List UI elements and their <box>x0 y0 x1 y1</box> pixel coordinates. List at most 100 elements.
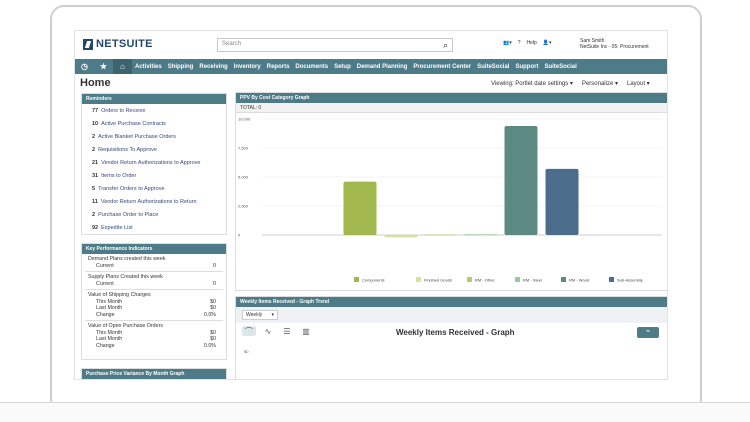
reminder-count: 2 <box>92 211 96 218</box>
kpi-divider <box>85 271 223 272</box>
reminder-label: Purchase Order to Place <box>98 211 159 218</box>
legend-swatch <box>467 277 472 282</box>
nav-suitesocial-2[interactable]: SuiteSocial <box>541 64 579 70</box>
horizontal-bar-icon[interactable]: ☰ <box>280 326 294 336</box>
reminder-label: Vendor Return Authorizations to Return <box>100 198 197 205</box>
bar-chart-icon[interactable]: ▥ <box>299 326 313 336</box>
viewing-dropdown[interactable]: Viewing: Portlet date settings ▾ <box>491 80 573 87</box>
legend-label: RM - Steel <box>523 278 542 283</box>
nav-documents[interactable]: Documents <box>292 64 331 70</box>
top-bar: NETSUITE Search ⌕ 👥▾ ? Help 👤▾ Sam Smith… <box>75 31 667 59</box>
ppv-graph-portlet: PPV By Cost Category Graph TOTAL: 0 10,0… <box>235 92 667 291</box>
kpi-title: Key Performance Indicators <box>82 244 226 254</box>
help-link[interactable]: Help <box>527 40 537 46</box>
trend-chart-icon[interactable]: ⌁ <box>637 327 659 338</box>
star-icon[interactable]: ★ <box>94 59 113 74</box>
reminders-title: Reminders <box>82 94 226 104</box>
bar-rm-steel[interactable] <box>464 234 498 236</box>
reminder-item[interactable]: 10 Active Purchase Contracts <box>82 117 226 130</box>
reminder-count: 2 <box>92 146 96 153</box>
kpi-row: Current 0 <box>82 281 226 288</box>
weekly-graph-title: Weekly Items Received - Graph <box>396 328 515 337</box>
search-icon[interactable]: ⌕ <box>443 40 448 51</box>
reminder-label: Active Purchase Contracts <box>101 120 166 127</box>
ppv-graph-title: PPV By Cost Category Graph <box>236 93 667 103</box>
bar-sub-assembly[interactable] <box>545 168 579 235</box>
personalize-dropdown[interactable]: Personalize ▾ <box>582 80 618 87</box>
legend-swatch <box>416 277 421 282</box>
legend-swatch <box>561 277 566 282</box>
avatar-icon[interactable]: 👤▾ <box>543 40 552 46</box>
kpi-divider <box>85 320 223 321</box>
bar-rm-other[interactable] <box>423 234 457 236</box>
app-screen: NETSUITE Search ⌕ 👥▾ ? Help 👤▾ Sam Smith… <box>74 30 668 380</box>
period-select[interactable]: Weekly ▾ <box>242 310 278 320</box>
search-placeholder: Search <box>222 41 242 47</box>
nav-setup[interactable]: Setup <box>331 64 354 70</box>
kpi-portlet: Key Performance Indicators Demand Plans … <box>81 243 227 360</box>
area-chart-icon[interactable]: ⌒ <box>242 326 256 336</box>
reminder-label: Transfer Orders to Approve <box>98 185 165 192</box>
nav-suitesocial[interactable]: SuiteSocial <box>474 64 512 70</box>
reminder-item[interactable]: 2 Requisitions To Approve <box>82 143 226 156</box>
kpi-value: 0.0% <box>203 311 216 318</box>
reminder-count: 11 <box>92 198 98 205</box>
reminder-item[interactable]: 11 Vendor Return Authorizations to Return <box>82 195 226 208</box>
legend-label: Components <box>362 278 385 283</box>
bar-rm-wood[interactable] <box>504 125 538 235</box>
reminder-count: 21 <box>92 159 99 166</box>
kpi-value: 0.0% <box>203 342 216 349</box>
ppv-month-portlet: Purchase Price Variance By Month Graph <box>81 368 227 379</box>
nav-receiving[interactable]: Receiving <box>196 64 230 70</box>
reminder-label: Requisitions To Approve <box>98 146 157 153</box>
nav-shipping[interactable]: Shipping <box>165 64 197 70</box>
kpi-label: Change <box>96 311 115 318</box>
user-menu[interactable]: Sam Smith NetSuite Inc - 05: Procurement <box>580 38 649 50</box>
weekly-toolbar: Weekly ▾ <box>236 307 667 323</box>
legend-swatch <box>354 277 359 282</box>
nav-activities[interactable]: Activities <box>132 64 165 70</box>
ppv-chart: 10,000 7,500 5,000 2,500 0 Components Finished… <box>238 117 662 283</box>
bar-finished-goods[interactable] <box>384 235 418 238</box>
home-icon[interactable]: ⌂ <box>113 59 132 74</box>
laptop-base <box>0 402 750 422</box>
line-chart-icon[interactable]: ∿ <box>261 326 275 336</box>
weekly-portlet: Weekly Items Received - Graph Trend Week… <box>235 296 667 379</box>
kpi-value: 0 <box>213 280 216 287</box>
kpi-value: 0 <box>213 262 216 269</box>
help-icon[interactable]: ? <box>518 40 521 46</box>
people-icon[interactable]: 👥▾ <box>503 40 512 46</box>
reminder-item[interactable]: 92 Expedite List <box>82 221 226 234</box>
reminder-item[interactable]: 31 Items to Order <box>82 169 226 182</box>
reminder-item[interactable]: 5 Transfer Orders to Approve <box>82 182 226 195</box>
reminder-item[interactable]: 2 Purchase Order to Place <box>82 208 226 221</box>
netsuite-logo[interactable]: NETSUITE <box>83 38 153 50</box>
bar-components[interactable] <box>343 181 377 235</box>
reminder-count: 31 <box>92 172 99 179</box>
reminder-item[interactable]: 21 Vendor Return Authorizations to Approv… <box>82 156 226 169</box>
reminder-count: 92 <box>92 224 99 231</box>
page-title: Home <box>80 77 111 89</box>
reminder-label: Items to Order <box>101 172 137 179</box>
nav-procurement-center[interactable]: Procurement Center <box>410 64 474 70</box>
brand-text: NETSUITE <box>96 38 153 50</box>
reminder-count: 10 <box>92 120 99 127</box>
nav-reports[interactable]: Reports <box>264 64 293 70</box>
reminder-count: 2 <box>92 133 96 140</box>
reminder-item[interactable]: 2 Active Blanket Purchase Orders <box>82 130 226 143</box>
nav-demand-planning[interactable]: Demand Planning <box>354 64 411 70</box>
kpi-row: Change 0.0% <box>82 343 226 350</box>
period-value: Weekly <box>246 312 263 318</box>
legend-swatch <box>515 277 520 282</box>
recent-icon[interactable]: ◷ <box>75 59 94 74</box>
search-input[interactable]: Search ⌕ <box>217 38 453 52</box>
nav-support[interactable]: Support <box>512 64 541 70</box>
reminder-item[interactable]: 77 Orders to Receive <box>82 104 226 117</box>
nav-inventory[interactable]: Inventory <box>231 64 264 70</box>
y-tick-label: 2,500 <box>238 204 249 209</box>
weekly-y-label: $0 <box>244 349 249 354</box>
ppv-month-title: Purchase Price Variance By Month Graph <box>82 369 226 379</box>
layout-dropdown[interactable]: Layout ▾ <box>627 80 650 87</box>
y-tick-label: 10,000 <box>238 117 251 122</box>
kpi-row: Current 0 <box>82 263 226 270</box>
